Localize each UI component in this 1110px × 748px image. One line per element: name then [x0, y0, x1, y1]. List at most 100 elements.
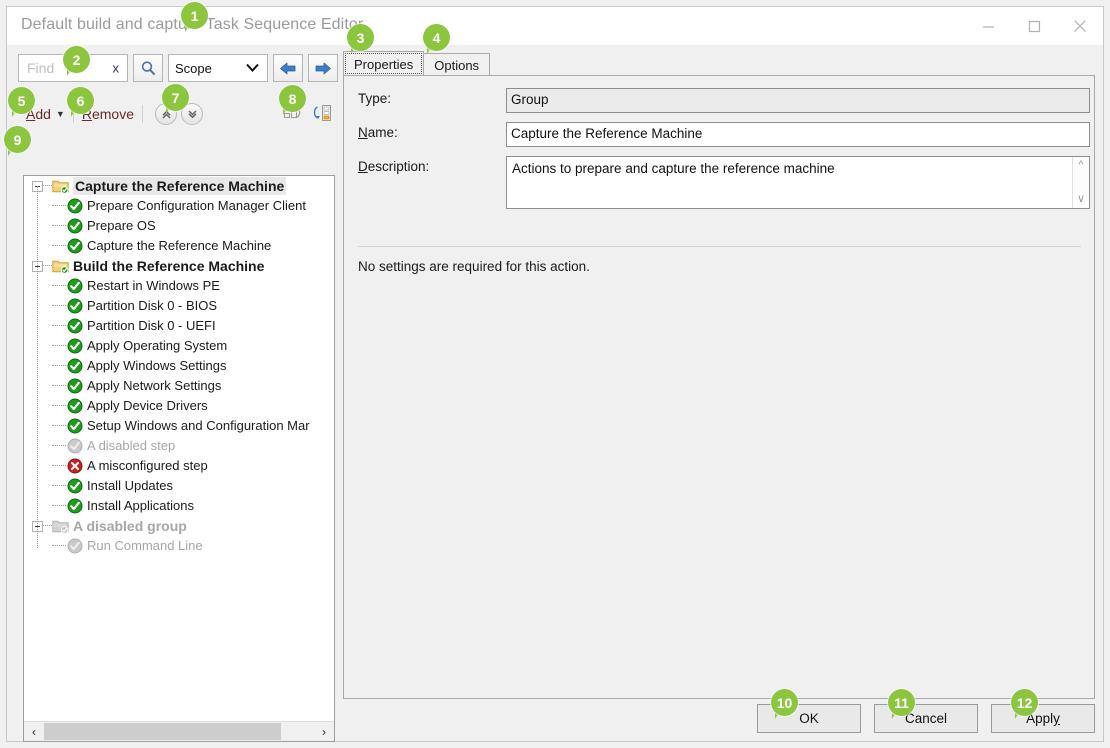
- find-next-button[interactable]: [308, 54, 338, 82]
- scrollbar-thumb[interactable]: [44, 723, 281, 740]
- tree-node-status-icon: [52, 518, 69, 534]
- tree-connector: [52, 425, 66, 427]
- tree-node-label: Apply Device Drivers: [87, 397, 208, 415]
- tree-step-row[interactable]: Apply Operating System: [24, 336, 334, 356]
- right-pane: Properties Options Type: Group Name: Cap…: [343, 47, 1097, 702]
- green-check-icon: [67, 318, 83, 334]
- tree-step-row[interactable]: A disabled step: [24, 436, 334, 456]
- minimize-icon[interactable]: [965, 7, 1011, 45]
- tree-connector: [52, 305, 66, 307]
- scroll-left-arrow-icon[interactable]: ‹: [24, 722, 44, 741]
- tree-horizontal-scrollbar[interactable]: ‹ ›: [24, 721, 334, 741]
- tree-group-row[interactable]: Capture the Reference Machine: [24, 176, 334, 196]
- tree-node-label: Capture the Reference Machine: [73, 177, 286, 195]
- green-check-icon: [67, 218, 83, 234]
- tree-connector: [52, 285, 66, 287]
- tree-node-label: Run Command Line: [87, 537, 203, 555]
- tree-node-label: Install Applications: [87, 497, 194, 515]
- scrollbar-track[interactable]: [44, 722, 314, 741]
- callout-badge-12: 12: [1011, 689, 1038, 716]
- task-sequence-tree[interactable]: Capture the Reference MachinePrepare Con…: [23, 175, 335, 742]
- search-button[interactable]: [133, 54, 163, 82]
- callout-number: 9: [4, 126, 31, 153]
- green-check-icon: [67, 238, 83, 254]
- callout-number: 12: [1011, 689, 1038, 716]
- paste-steps-icon: [311, 104, 333, 124]
- maximize-icon[interactable]: [1011, 7, 1057, 45]
- tree-node-status-icon: [66, 358, 83, 374]
- apply-button[interactable]: Apply: [991, 704, 1095, 733]
- folder-icon: [52, 179, 69, 194]
- red-error-icon: [67, 458, 83, 474]
- scope-dropdown[interactable]: Scope: [168, 54, 268, 82]
- description-label: Description:: [358, 156, 506, 174]
- tree-connector: [52, 485, 66, 487]
- tree-step-row[interactable]: Prepare OS: [24, 216, 334, 236]
- callout-badge-6: 6: [67, 87, 94, 114]
- tree-node-label: A misconfigured step: [87, 457, 208, 475]
- tree-connector: [43, 525, 52, 527]
- callout-number: 6: [67, 87, 94, 114]
- add-dropdown-caret-icon[interactable]: ▼: [56, 109, 65, 119]
- left-pane: Find x Scope: [15, 47, 337, 702]
- name-label: Name:: [358, 122, 506, 140]
- tree-node-status-icon: [66, 538, 83, 554]
- tree-step-row[interactable]: Apply Network Settings: [24, 376, 334, 396]
- tree-step-row[interactable]: Partition Disk 0 - UEFI: [24, 316, 334, 336]
- scroll-right-arrow-icon[interactable]: ›: [314, 722, 334, 741]
- tree-step-row[interactable]: A misconfigured step: [24, 456, 334, 476]
- tree-connector: [52, 205, 66, 207]
- green-check-icon: [67, 398, 83, 414]
- tree-node-label: Apply Windows Settings: [87, 357, 226, 375]
- properties-panel: Type: Group Name: Capture the Reference …: [343, 75, 1095, 699]
- find-clear-button[interactable]: x: [113, 61, 120, 76]
- find-previous-button[interactable]: [273, 54, 303, 82]
- tree-node-status-icon: [52, 178, 69, 194]
- tree-step-row[interactable]: Apply Windows Settings: [24, 356, 334, 376]
- command-separator-2: [142, 105, 143, 123]
- description-scrollbar[interactable]: ^ ∨: [1072, 157, 1089, 208]
- tab-properties[interactable]: Properties: [343, 51, 424, 76]
- folder-icon: [52, 519, 69, 534]
- task-sequence-editor-window: Default build and capture Task Sequence …: [6, 6, 1104, 742]
- description-textarea[interactable]: Actions to prepare and capture the refer…: [506, 156, 1090, 209]
- tree-guide-line: [37, 186, 39, 548]
- tree-step-row[interactable]: Apply Device Drivers: [24, 396, 334, 416]
- tree-step-row[interactable]: Capture the Reference Machine: [24, 236, 334, 256]
- tree-step-row[interactable]: Restart in Windows PE: [24, 276, 334, 296]
- callout-badge-1: 1: [181, 2, 208, 29]
- tree-step-row[interactable]: Partition Disk 0 - BIOS: [24, 296, 334, 316]
- tree-node-label: Apply Operating System: [87, 337, 227, 355]
- name-label-rest: ame:: [368, 125, 398, 140]
- close-icon[interactable]: [1057, 7, 1103, 45]
- paste-steps-button[interactable]: [310, 102, 334, 126]
- tree-node-status-icon: [66, 418, 83, 434]
- folder-icon: [52, 259, 69, 274]
- name-input[interactable]: Capture the Reference Machine: [506, 122, 1090, 147]
- tree-connector: [52, 465, 66, 467]
- tree-connector: [43, 265, 52, 267]
- tree-step-row[interactable]: Install Applications: [24, 496, 334, 516]
- tree-group-row[interactable]: Build the Reference Machine: [24, 256, 334, 276]
- tree-group-row[interactable]: A disabled group: [24, 516, 334, 536]
- callout-badge-11: 11: [888, 689, 915, 716]
- tree-step-row[interactable]: Run Command Line: [24, 536, 334, 556]
- callout-number: 2: [63, 46, 90, 73]
- type-label: Type:: [358, 88, 506, 106]
- chevron-up-icon[interactable]: ^: [1078, 160, 1083, 171]
- forward-arrow-icon: [313, 61, 333, 76]
- callout-badge-9: 9: [4, 126, 31, 153]
- tree-step-row[interactable]: Prepare Configuration Manager Client: [24, 196, 334, 216]
- tree-node-status-icon: [66, 398, 83, 414]
- tree-step-row[interactable]: Setup Windows and Configuration Mar: [24, 416, 334, 436]
- tree-connector: [52, 405, 66, 407]
- description-value: Actions to prepare and capture the refer…: [512, 161, 835, 176]
- window-titlebar: Default build and capture Task Sequence …: [7, 7, 1103, 45]
- tab-options[interactable]: Options: [423, 53, 490, 76]
- tree-step-row[interactable]: Install Updates: [24, 476, 334, 496]
- tree-node-label: Apply Network Settings: [87, 377, 221, 395]
- no-settings-note: No settings are required for this action…: [358, 259, 590, 274]
- tree-node-status-icon: [66, 218, 83, 234]
- chevron-down-icon[interactable]: ∨: [1077, 194, 1085, 205]
- tree-connector: [52, 225, 66, 227]
